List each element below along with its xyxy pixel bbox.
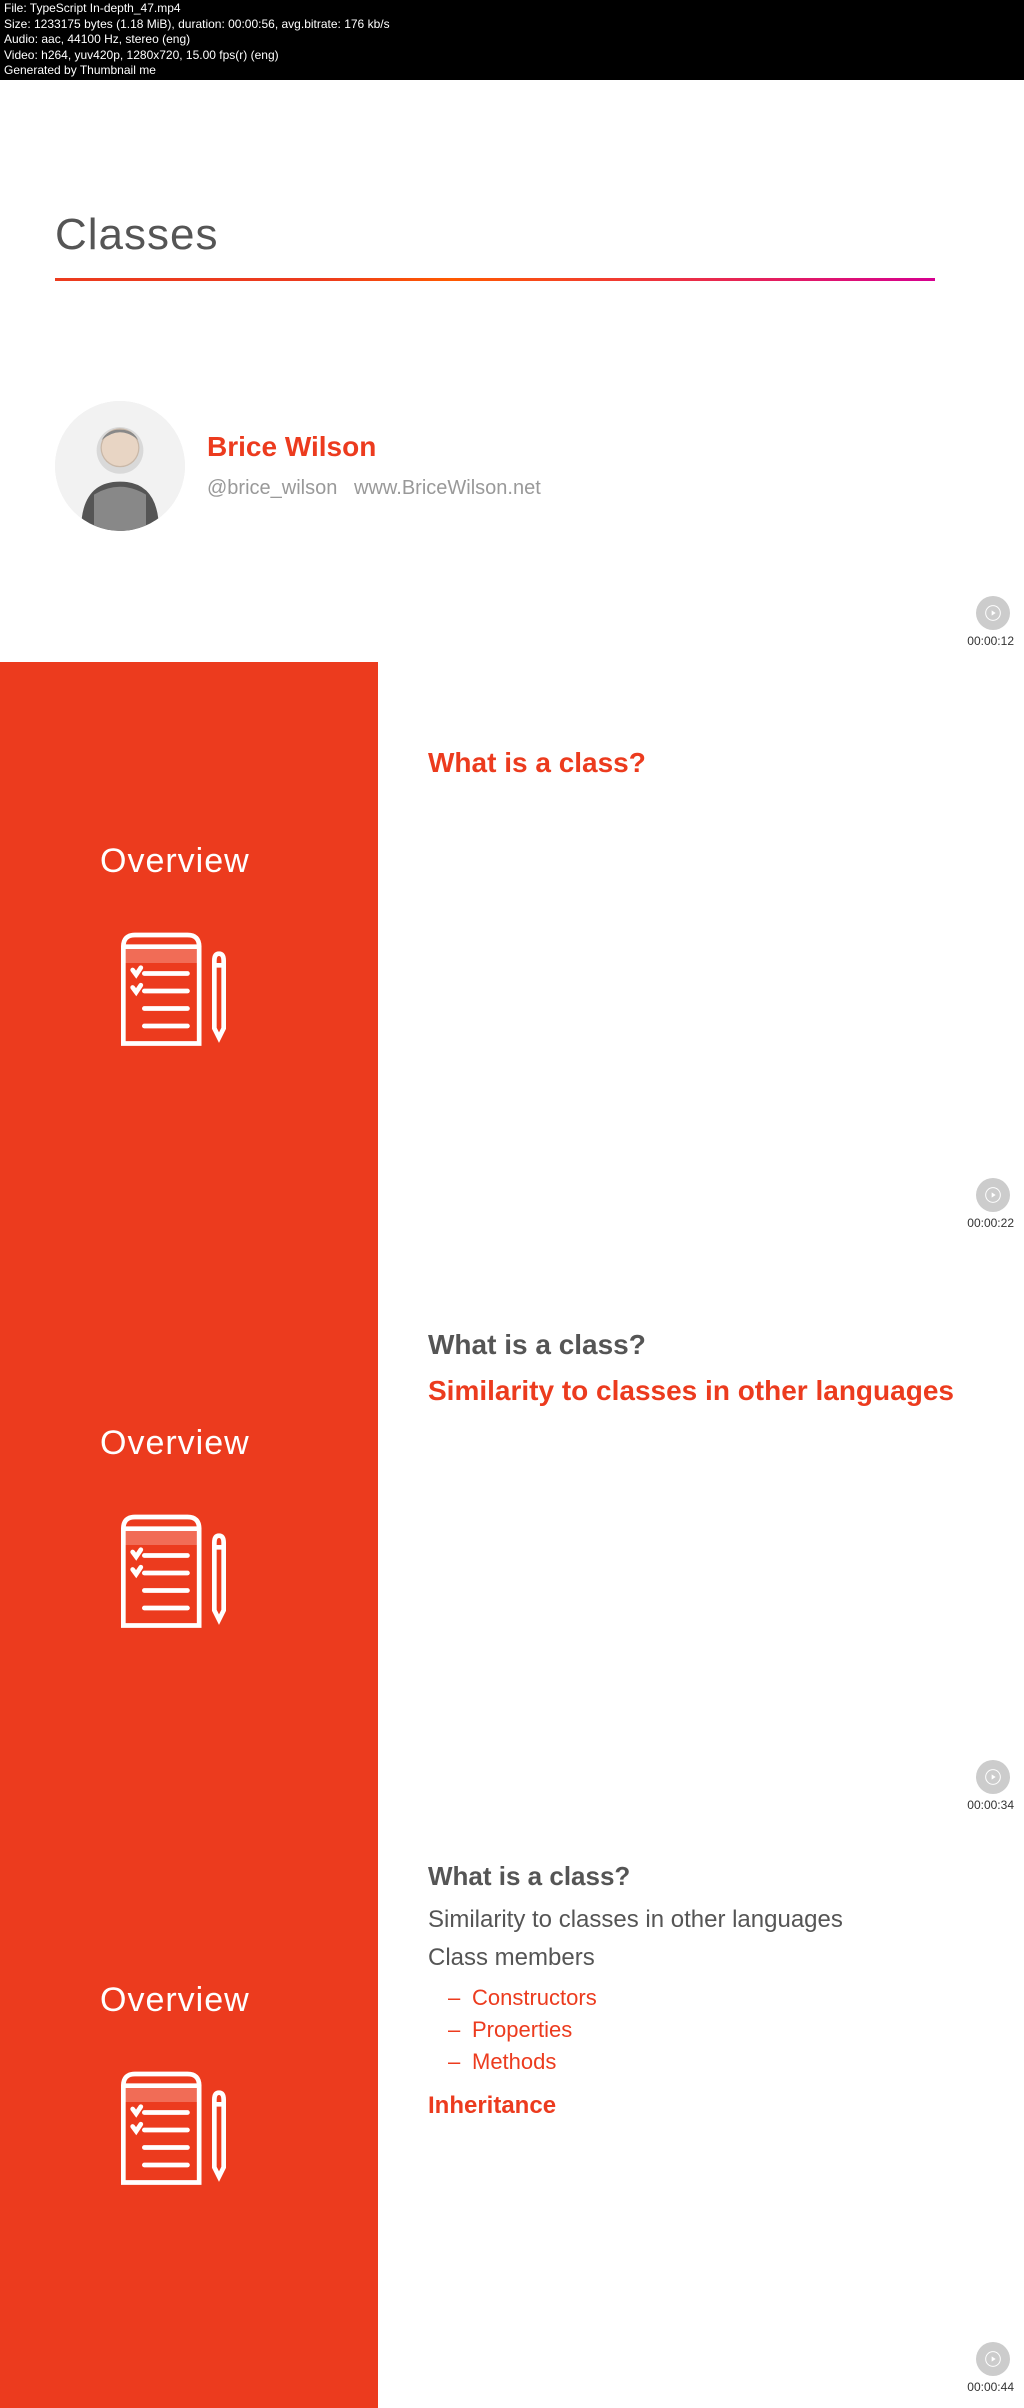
sidebar-title: Overview xyxy=(100,1981,378,2020)
heading-q: What is a class? xyxy=(428,747,984,779)
list-item: Methods xyxy=(428,2046,984,2078)
author-handle: @brice_wilson xyxy=(207,477,337,499)
main-content: What is a class? Similarity to classes i… xyxy=(378,1244,1024,1826)
slide-overview-1: Overview What is a class? xyxy=(0,662,1024,1244)
sidebar: Overview xyxy=(0,662,378,1244)
timestamp: 00:00:22 xyxy=(967,1216,1014,1230)
list-item: Properties xyxy=(428,2014,984,2046)
author-row: Brice Wilson @brice_wilson www.BriceWils… xyxy=(55,401,969,531)
list-item: Constructors xyxy=(428,1982,984,2014)
meta-size: Size: 1233175 bytes (1.18 MiB), duration… xyxy=(4,17,1020,33)
meta-file: File: TypeScript In-depth_47.mp4 xyxy=(4,1,1020,17)
video-metadata: File: TypeScript In-depth_47.mp4 Size: 1… xyxy=(0,0,1024,80)
heading-similarity: Similarity to classes in other languages xyxy=(428,1375,984,1407)
author-site: www.BriceWilson.net xyxy=(354,477,541,499)
meta-audio: Audio: aac, 44100 Hz, stereo (eng) xyxy=(4,32,1020,48)
line-inheritance: Inheritance xyxy=(428,2092,984,2120)
course-title: Classes xyxy=(55,210,969,260)
play-icon[interactable] xyxy=(976,1760,1010,1794)
notebook-icon xyxy=(100,2060,240,2200)
line-similarity: Similarity to classes in other languages xyxy=(428,1906,984,1934)
members-list: Constructors Properties Methods xyxy=(428,1982,984,2078)
meta-video: Video: h264, yuv420p, 1280x720, 15.00 fp… xyxy=(4,48,1020,64)
sidebar: Overview xyxy=(0,1826,378,2408)
play-icon[interactable] xyxy=(976,2342,1010,2376)
notebook-icon xyxy=(100,1503,240,1643)
author-info: Brice Wilson @brice_wilson www.BriceWils… xyxy=(207,431,541,500)
sidebar: Overview xyxy=(0,1244,378,1826)
notebook-icon xyxy=(100,921,240,1061)
slide-title: Classes Brice Wilson xyxy=(0,80,1024,662)
line-members: Class members xyxy=(428,1944,984,1972)
timestamp: 00:00:12 xyxy=(967,634,1014,648)
play-icon[interactable] xyxy=(976,1178,1010,1212)
sidebar-title: Overview xyxy=(100,842,378,881)
title-underline xyxy=(55,278,935,281)
main-content: What is a class? xyxy=(378,662,1024,1244)
play-icon[interactable] xyxy=(976,596,1010,630)
heading-q: What is a class? xyxy=(428,1329,984,1361)
slide-overview-3: Overview What is a class? xyxy=(0,1826,1024,2408)
heading-q: What is a class? xyxy=(428,1861,984,1892)
meta-gen: Generated by Thumbnail me xyxy=(4,63,1020,79)
author-name: Brice Wilson xyxy=(207,431,541,463)
avatar xyxy=(55,401,185,531)
main-content: What is a class? Similarity to classes i… xyxy=(378,1826,1024,2408)
author-meta: @brice_wilson www.BriceWilson.net xyxy=(207,477,541,500)
slide-overview-2: Overview What is a class? xyxy=(0,1244,1024,1826)
timestamp: 00:00:34 xyxy=(967,1798,1014,1812)
sidebar-title: Overview xyxy=(100,1424,378,1463)
